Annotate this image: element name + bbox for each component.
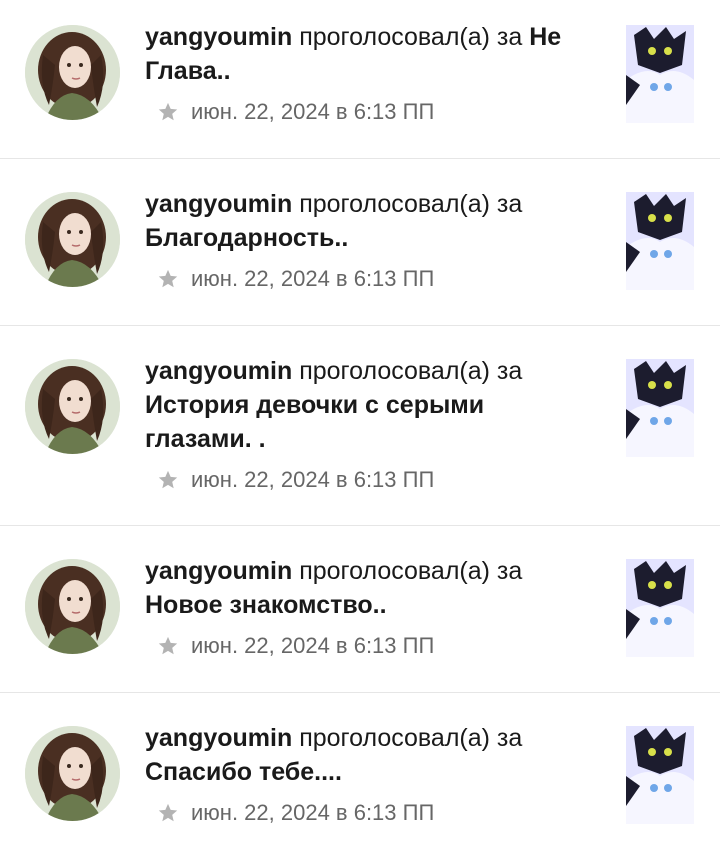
user-avatar[interactable] (25, 559, 120, 654)
username-link[interactable]: yangyoumin (145, 23, 292, 51)
username-link[interactable]: yangyoumin (145, 724, 292, 752)
notification-item[interactable]: yangyoumin проголосовал(а) за Не Глава..… (0, 0, 720, 159)
action-text: проголосовал(а) за (299, 724, 523, 752)
timestamp: июн. 22, 2024 в 6:13 ПП (191, 633, 435, 658)
story-cover[interactable] (626, 559, 694, 657)
notification-feed: yangyoumin проголосовал(а) за Не Глава..… (0, 0, 720, 852)
notification-item[interactable]: yangyoumin проголосовал(а) за Новое знак… (0, 526, 720, 693)
user-avatar[interactable] (25, 192, 120, 287)
story-cover[interactable] (626, 192, 694, 290)
username-link[interactable]: yangyoumin (145, 357, 292, 385)
timestamp: июн. 22, 2024 в 6:13 ПП (191, 266, 435, 291)
username-link[interactable]: yangyoumin (145, 190, 292, 218)
story-cover[interactable] (626, 25, 694, 123)
username-link[interactable]: yangyoumin (145, 557, 292, 585)
star-icon (158, 803, 178, 822)
story-title-link[interactable]: Спасибо тебе.... (145, 758, 342, 786)
timestamp: июн. 22, 2024 в 6:13 ПП (191, 800, 435, 825)
user-avatar[interactable] (25, 726, 120, 821)
story-cover[interactable] (626, 359, 694, 457)
story-cover[interactable] (626, 726, 694, 824)
notification-item[interactable]: yangyoumin проголосовал(а) за История де… (0, 326, 720, 526)
star-icon (158, 269, 178, 288)
timestamp-row: июн. 22, 2024 в 6:13 ПП (157, 800, 434, 826)
action-text: проголосовал(а) за (299, 557, 523, 585)
timestamp: июн. 22, 2024 в 6:13 ПП (191, 99, 435, 124)
action-text: проголосовал(а) за (299, 23, 523, 51)
action-text: проголосовал(а) за (299, 190, 523, 218)
timestamp-row: июн. 22, 2024 в 6:13 ПП (157, 266, 434, 292)
story-title-link[interactable]: Благодарность.. (145, 224, 348, 252)
timestamp-row: июн. 22, 2024 в 6:13 ПП (157, 633, 434, 659)
star-icon (158, 636, 178, 655)
notification-item[interactable]: yangyoumin проголосовал(а) за Благодарно… (0, 159, 720, 326)
story-title-link[interactable]: История девочки с серыми глазами. . (145, 391, 484, 453)
user-avatar[interactable] (25, 359, 120, 454)
action-text: проголосовал(а) за (299, 357, 523, 385)
notification-item[interactable]: yangyoumin проголосовал(а) за Спасибо те… (0, 693, 720, 852)
star-icon (158, 102, 178, 121)
timestamp: июн. 22, 2024 в 6:13 ПП (191, 467, 435, 492)
timestamp-row: июн. 22, 2024 в 6:13 ПП (157, 467, 434, 493)
user-avatar[interactable] (25, 25, 120, 120)
story-title-link[interactable]: Новое знакомство.. (145, 591, 387, 619)
star-icon (158, 470, 178, 489)
timestamp-row: июн. 22, 2024 в 6:13 ПП (157, 99, 434, 125)
